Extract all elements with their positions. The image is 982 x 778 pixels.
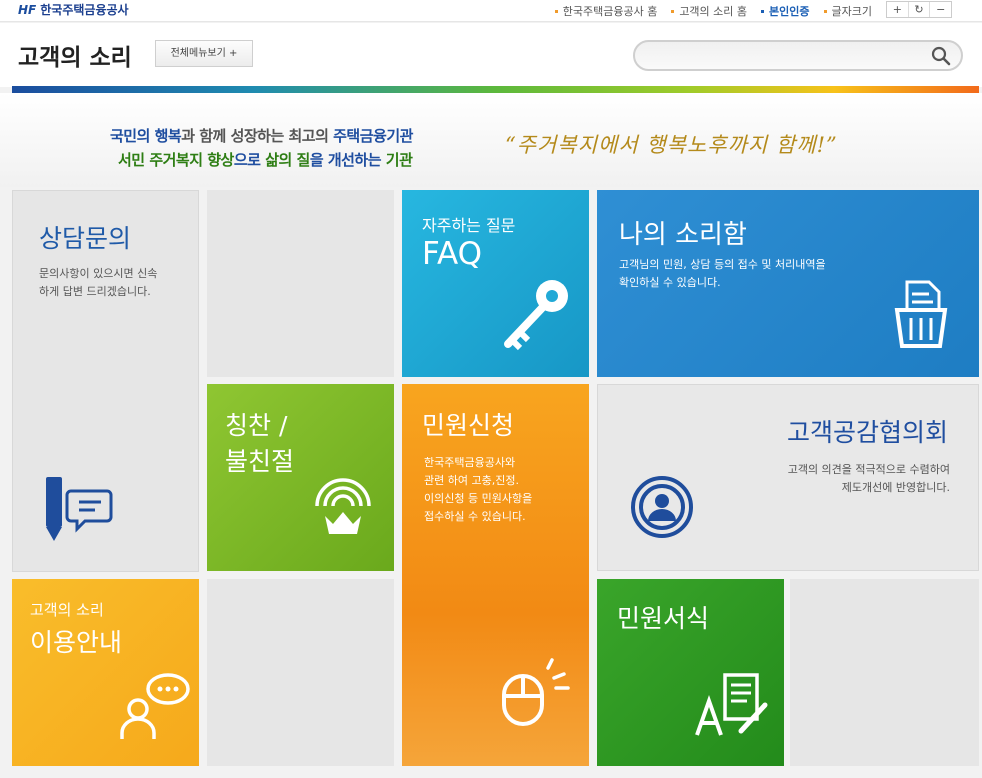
key-icon: [504, 280, 568, 351]
logo-text: 한국주택금융공사: [40, 3, 129, 17]
empty-tile: [207, 579, 394, 766]
header: 고객의 소리 전체메뉴보기 +: [0, 23, 982, 87]
slogan-quote: “주거복지에서 행복노후까지 함께!”: [505, 133, 838, 157]
tile-apply-desc-4: 접수하실 수 있습니다.: [424, 510, 526, 523]
tile-mybox-title: 나의 소리함: [619, 220, 747, 250]
tile-consult-desc-2: 하게 답변 드리겠습니다.: [39, 285, 151, 298]
tile-apply-title: 민원신청: [422, 411, 515, 440]
page-title[interactable]: 고객의 소리: [18, 38, 132, 72]
tile-faq-title: FAQ: [422, 236, 483, 272]
pencil-memo-icon: [46, 477, 113, 541]
font-decrease-button[interactable]: −: [930, 2, 951, 17]
tile-consult-title: 상담문의: [39, 224, 132, 253]
tile-council-desc-2: 제도개선에 반영합니다.: [841, 481, 950, 494]
search-input[interactable]: [647, 47, 917, 65]
slogan-banner: 국민의 행복과 함께 성장하는 최고의 주택금융기관 서민 주거복지 향상으로 …: [0, 93, 982, 187]
tile-praise-title-2: 불친절: [225, 447, 295, 476]
label-font-size: 글자크기: [823, 3, 872, 19]
person-chat-icon: [120, 673, 190, 739]
tile-consult-desc-1: 문의사항이 있으시면 신속: [39, 267, 158, 280]
tile-mybox-desc-1: 고객님의 민원, 상담 등의 접수 및 처리내역을: [619, 258, 826, 271]
hf-logo[interactable]: HF 한국주택금융공사: [18, 1, 129, 18]
font-reset-button[interactable]: ↻: [909, 2, 931, 17]
tile-complaint-forms[interactable]: 민원서식: [597, 579, 784, 766]
person-target-icon: [631, 476, 693, 538]
tile-praise-complaint[interactable]: 칭찬 / 불친절: [207, 384, 394, 571]
link-identity-verification[interactable]: 본인인증: [761, 3, 810, 19]
tile-customer-council[interactable]: 고객공감협의회 고객의 의견을 적극적으로 수렴하여 제도개선에 반영합니다.: [597, 384, 979, 571]
search-box: [633, 40, 963, 71]
link-hf-home[interactable]: 한국주택금융공사 홈: [554, 3, 657, 19]
tile-faq-subtitle: 자주하는 질문: [422, 216, 516, 235]
top-utility-bar: HF 한국주택금융공사 한국주택금융공사 홈 고객의 소리 홈 본인인증 글자크기…: [0, 0, 982, 22]
search-icon[interactable]: [931, 46, 951, 66]
tile-consult[interactable]: 상담문의 문의사항이 있으시면 신속 하게 답변 드리겠습니다.: [12, 190, 199, 572]
tile-faq[interactable]: 자주하는 질문 FAQ: [402, 190, 589, 377]
font-size-controls: + ↻ −: [886, 1, 952, 18]
crown-signal-icon: [315, 478, 371, 534]
slogan-line-1: 국민의 행복과 함께 성장하는 최고의 주택금융기관: [110, 127, 413, 145]
color-gradient-bar: [12, 86, 979, 93]
tile-mybox-desc-2: 확인하실 수 있습니다.: [619, 276, 721, 289]
tile-forms-title: 민원서식: [617, 604, 710, 633]
bullet-icon: [761, 9, 765, 13]
link-voc-home[interactable]: 고객의 소리 홈: [671, 3, 747, 19]
tile-usage-guide[interactable]: 고객의 소리 이용안내: [12, 579, 199, 766]
empty-tile: [207, 190, 394, 377]
tile-complaint-application[interactable]: 민원신청 한국주택금융공사와 관련 하여 고충,진정. 이의신청 등 민원사항을…: [402, 384, 589, 766]
tile-my-voice-box[interactable]: 나의 소리함 고객님의 민원, 상담 등의 접수 및 처리내역을 확인하실 수 …: [597, 190, 979, 377]
bullet-icon: [554, 9, 558, 13]
empty-tile: [790, 579, 979, 766]
tile-apply-desc-2: 관련 하여 고충,진정.: [424, 474, 519, 487]
tile-council-title: 고객공감협의회: [786, 418, 948, 447]
document-pen-icon: [695, 673, 768, 736]
logo-mark: HF: [18, 3, 37, 17]
slogan-line-2: 서민 주거복지 향상으로 삶의 질을 개선하는 기관: [118, 151, 413, 169]
tile-apply-desc-1: 한국주택금융공사와: [424, 456, 516, 469]
mouse-click-icon: [502, 658, 570, 726]
bullet-icon: [823, 9, 827, 13]
tile-council-desc-1: 고객의 의견을 적극적으로 수렴하여: [787, 463, 950, 476]
tile-guide-title: 이용안내: [30, 628, 123, 657]
tile-praise-title-1: 칭찬 /: [225, 411, 288, 440]
tile-apply-desc-3: 이의신청 등 민원사항을: [424, 492, 533, 505]
tile-guide-subtitle: 고객의 소리: [30, 601, 104, 619]
all-menu-button[interactable]: 전체메뉴보기 +: [155, 40, 253, 67]
top-links: 한국주택금융공사 홈 고객의 소리 홈 본인인증 글자크기: [554, 3, 872, 19]
bullet-icon: [671, 9, 675, 13]
font-increase-button[interactable]: +: [887, 2, 909, 17]
document-box-icon: [894, 280, 948, 348]
